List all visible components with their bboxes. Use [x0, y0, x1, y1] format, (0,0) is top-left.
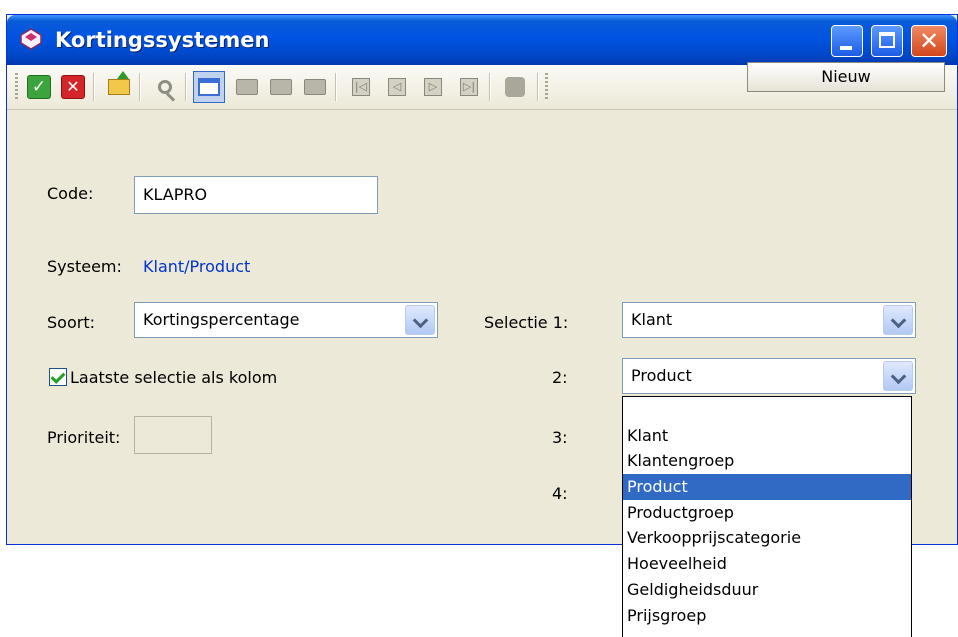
- minimize-button[interactable]: [831, 25, 863, 57]
- chevron-down-icon[interactable]: [883, 361, 913, 391]
- cross-icon: ✕: [61, 75, 85, 99]
- dropdown-option[interactable]: Klant: [623, 423, 911, 449]
- dropdown-option[interactable]: [623, 397, 911, 423]
- puzzle-icon: [505, 77, 525, 97]
- title-bar[interactable]: Kortingssystemen ✕: [7, 15, 957, 65]
- save-button[interactable]: ✓: [27, 75, 51, 99]
- next-record-button[interactable]: ▷: [421, 75, 445, 99]
- cancel-button[interactable]: ✕: [61, 75, 85, 99]
- dropdown-option[interactable]: Verkoopprijscategorie: [623, 525, 911, 551]
- dropdown-option[interactable]: Hoeveelheid: [623, 551, 911, 577]
- dropdown-option[interactable]: Prijsgroep: [623, 603, 911, 629]
- toolbar-separator: [335, 73, 337, 101]
- copy-button[interactable]: [235, 75, 259, 99]
- selection-3-label: 3:: [552, 428, 568, 447]
- chevron-down-icon[interactable]: [405, 305, 435, 335]
- toolbar-grip[interactable]: [545, 73, 548, 101]
- dropdown-option[interactable]: Productgroep: [623, 500, 911, 526]
- priority-field: [134, 416, 212, 454]
- toolbar-separator: [93, 73, 95, 101]
- system-label: Systeem:: [47, 257, 122, 276]
- selection-1-select[interactable]: Klant: [622, 302, 916, 338]
- export-button[interactable]: [107, 71, 131, 99]
- sort-select-value: Kortingspercentage: [143, 310, 300, 329]
- folder-button[interactable]: [303, 75, 327, 99]
- open-button[interactable]: [269, 75, 293, 99]
- export-icon: [108, 71, 130, 95]
- check-icon: ✓: [27, 75, 51, 99]
- previous-record-icon: ◁: [388, 78, 406, 96]
- toolbar-separator: [185, 73, 187, 101]
- code-field[interactable]: KLAPRO: [134, 176, 378, 214]
- first-record-icon: |◁: [352, 78, 370, 96]
- window-icon: [198, 78, 220, 96]
- code-label: Code:: [47, 184, 94, 203]
- selection-1-label: Selectie 1:: [484, 313, 569, 332]
- last-selection-label: Laatste selectie als kolom: [70, 368, 278, 387]
- selection-2-label: 2:: [552, 368, 568, 387]
- chevron-down-icon[interactable]: [883, 305, 913, 335]
- priority-label: Prioriteit:: [47, 428, 121, 447]
- folder-open-icon: [270, 79, 292, 95]
- toolbar-grip[interactable]: [15, 73, 18, 101]
- dropdown-option[interactable]: Klantengroep: [623, 448, 911, 474]
- next-record-icon: ▷: [424, 78, 442, 96]
- toolbar-separator: [139, 73, 141, 101]
- sort-select[interactable]: Kortingspercentage: [134, 302, 438, 338]
- close-icon: ✕: [918, 27, 940, 55]
- selection-4-label: 4:: [552, 484, 568, 503]
- plugin-button[interactable]: [503, 75, 527, 99]
- copy-icon: [236, 79, 258, 95]
- previous-record-button[interactable]: ◁: [385, 75, 409, 99]
- app-icon: [20, 28, 42, 50]
- window-view-button[interactable]: [193, 71, 225, 103]
- toolbar-separator: [537, 73, 539, 101]
- last-record-button[interactable]: ▷|: [457, 75, 481, 99]
- new-button[interactable]: Nieuw: [747, 62, 945, 92]
- first-record-button[interactable]: |◁: [349, 75, 373, 99]
- selection-2-dropdown-list[interactable]: Klant Klantengroep Product Productgroep …: [622, 396, 912, 637]
- sort-label: Soort:: [47, 313, 95, 332]
- selection-2-select[interactable]: Product: [622, 358, 916, 394]
- toolbar-separator: [489, 73, 491, 101]
- window-title: Kortingssystemen: [55, 28, 270, 52]
- maximize-icon: [879, 32, 895, 48]
- folder-icon: [304, 79, 326, 95]
- dropdown-option[interactable]: Geldigheidsduur: [623, 577, 911, 603]
- selection-1-value: Klant: [631, 310, 673, 329]
- maximize-button[interactable]: [871, 25, 903, 57]
- search-icon: [158, 80, 172, 94]
- selection-2-value: Product: [631, 366, 692, 385]
- minimize-icon: [840, 46, 852, 50]
- close-button[interactable]: ✕: [911, 25, 947, 57]
- search-button[interactable]: [153, 75, 177, 99]
- system-value: Klant/Product: [143, 257, 251, 276]
- last-selection-checkbox[interactable]: [49, 368, 67, 386]
- dropdown-option-selected[interactable]: Product: [623, 474, 911, 500]
- last-record-icon: ▷|: [460, 78, 478, 96]
